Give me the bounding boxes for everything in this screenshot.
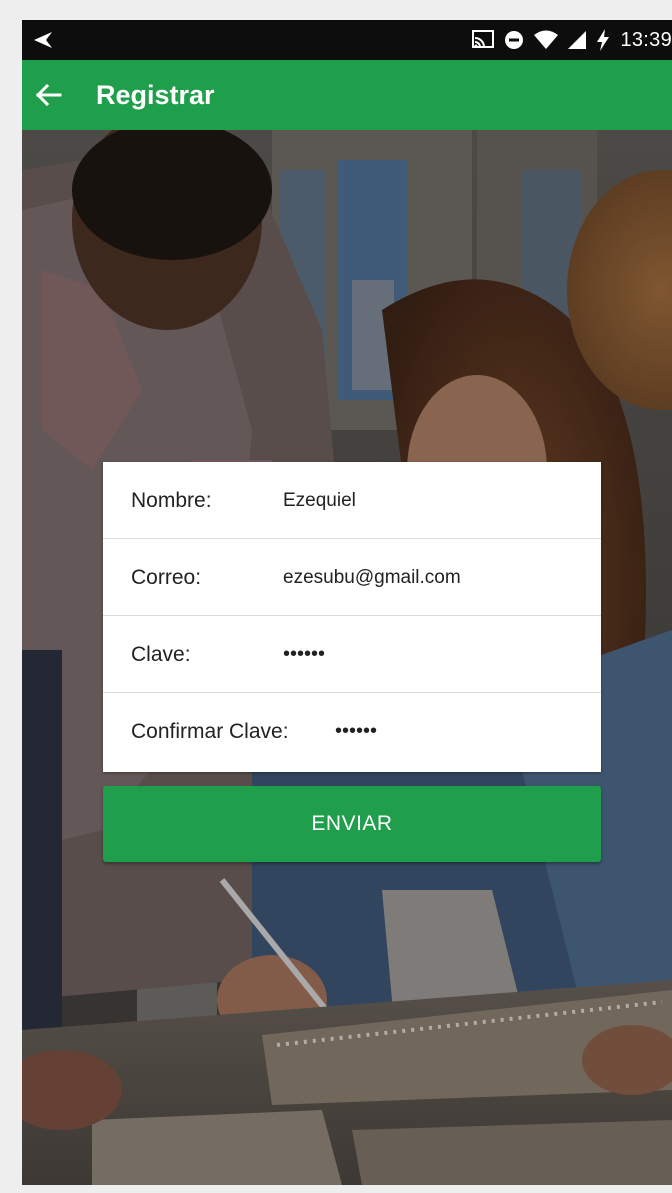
field-label: Confirmar Clave: xyxy=(131,720,289,743)
do-not-disturb-icon xyxy=(505,31,524,49)
cast-icon xyxy=(472,30,495,48)
field-label: Clave: xyxy=(131,643,191,666)
correo-input[interactable]: ezesubu@gmail.com xyxy=(283,539,461,616)
nombre-input[interactable]: Ezequiel xyxy=(283,462,356,539)
status-icons: 13:39 xyxy=(472,20,672,60)
status-bar: 13:39 xyxy=(22,20,672,60)
registration-form: Nombre: Ezequiel Correo: ezesubu@gmail.c… xyxy=(103,462,601,772)
page-title: Registrar xyxy=(96,80,215,110)
battery-charging-icon xyxy=(597,29,610,51)
status-time: 13:39 xyxy=(620,28,672,51)
form-row-confirmar-clave: Confirmar Clave: •••••• xyxy=(103,693,601,770)
wifi-icon xyxy=(534,30,559,49)
send-arrow-icon xyxy=(34,32,52,48)
enviar-button[interactable]: ENVIAR xyxy=(103,786,601,862)
field-label: Nombre: xyxy=(131,489,212,512)
phone-screen: 13:39 Registrar Nombre: Ezequiel Correo:… xyxy=(22,20,672,1185)
field-label: Correo: xyxy=(131,566,202,589)
form-row-correo: Correo: ezesubu@gmail.com xyxy=(103,539,601,616)
app-bar: Registrar xyxy=(22,60,672,130)
signal-icon xyxy=(568,31,587,49)
form-row-nombre: Nombre: Ezequiel xyxy=(103,462,601,539)
confirmar-clave-input[interactable]: •••••• xyxy=(335,693,377,770)
form-row-clave: Clave: •••••• xyxy=(103,616,601,693)
back-arrow-icon[interactable] xyxy=(34,81,62,109)
clave-input[interactable]: •••••• xyxy=(283,616,325,693)
